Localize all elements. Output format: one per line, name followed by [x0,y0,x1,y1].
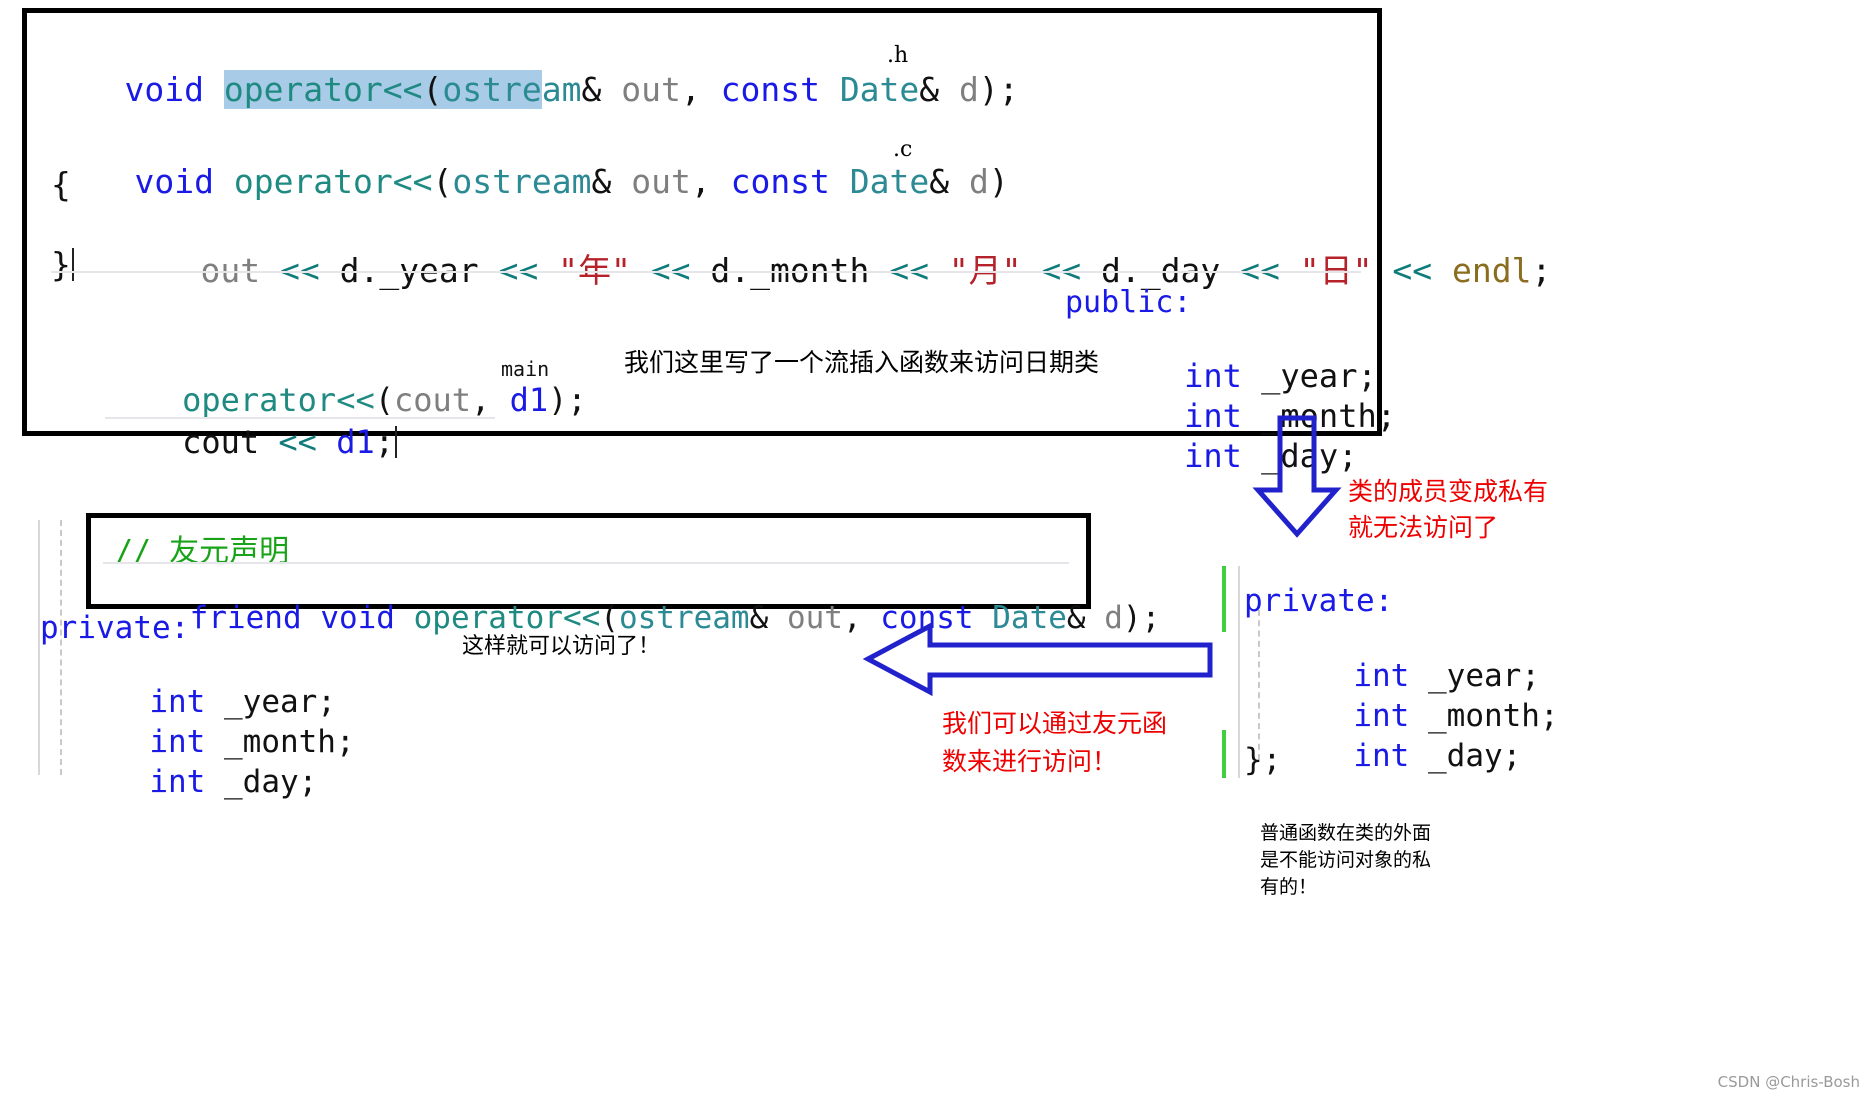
kw-void: void [124,70,224,109]
note-normal-function-line3: 有的！ [1260,876,1318,898]
op-shift-8: << [259,423,337,461]
brace-close-glyph: } [51,245,71,284]
cout-body-line[interactable]: out << d._year << "年" << d._month << "月"… [121,205,1551,331]
kw-void-2: void [134,162,234,201]
amp-2: & [919,70,960,109]
paren-close-3: ); [548,381,587,419]
semicolon-2: ; [1531,251,1552,290]
amp-3: & [591,162,632,201]
kw-int-l3: int [149,764,206,800]
gutter-right-1 [1238,566,1240,778]
var-d1-2: d1 [336,423,375,461]
annotation-friend-line1: 我们可以通过友元函 [942,709,1168,738]
note-normal-function-line2: 是不能访问对象的私 [1260,849,1432,871]
kw-int-p3: int [1184,437,1242,475]
friend-declaration-box: // 友元声明 friend void operator<<(ostream& … [86,513,1160,636]
gutter-indent-guide-right [1258,610,1260,760]
kw-const: const [720,70,840,109]
public-access-label: public: [1065,285,1192,320]
annotation-friend-line2: 数来进行访问！ [942,747,1118,776]
brace-close: } [51,245,74,284]
var-out-4: out [786,600,843,636]
amp-1: & [581,70,622,109]
fn-operator-2: operator<< [233,162,433,201]
editor-gutter-left [38,520,40,775]
comma-3: , [471,381,510,419]
kw-void-3: void [320,600,414,636]
down-arrow-icon [1252,415,1342,538]
kw-friend: friend [189,600,321,636]
header-file-label: .h [887,43,909,68]
main-label: main [501,357,550,381]
var-cout-1: cout [393,381,472,419]
annotation-private-line1: 类的成员变成私有 [1348,477,1549,506]
semicolon-3: ; [374,423,394,461]
fn-operator: operator<< [223,70,423,109]
cout-d1-line[interactable]: cout << d1; [105,385,397,499]
text-caret-1 [71,247,74,281]
kw-int-r3: int [1353,738,1410,774]
annotation-stream-insert: 我们这里写了一个流插入函数来访问日期类 [624,348,1100,377]
type-ostream-rest: am [541,70,582,109]
right-class-close: }; [1244,742,1282,778]
watermark-text: CSDN @Chris-Bosh [1717,1073,1860,1091]
left-private-access-label: private: [40,610,190,646]
left-arrow-icon [862,621,1213,697]
annotation-private-line2: 就无法访问了 [1348,513,1499,542]
type-ostream-2: ostream [452,162,592,201]
kw-const-2: const [730,162,850,201]
amp-5: & [749,600,787,636]
text-caret-2 [394,425,397,458]
var-out: out [621,70,681,109]
var-d1-1: d1 [509,381,549,419]
divider-line-2 [105,417,495,419]
semicolon-1: ); [978,70,1019,109]
right-member-day: int _day; [1316,702,1521,774]
note-normal-function-line1: 普通函数在类的外面 [1260,822,1432,844]
source-file-label: .c [893,137,913,162]
brace-open: { [51,165,71,204]
macro-endl: endl [1451,251,1532,290]
gutter-change-marker-green-1 [1222,566,1226,632]
type-date-2: Date [849,162,930,201]
var-d-2: d [969,162,989,201]
comma-1: , [680,70,721,109]
var-cout-2: cout [182,423,260,461]
member-name-day-l: _day; [205,764,318,800]
selection-highlight: operator<<(ostre [223,70,542,109]
type-ostream-partial: ostre [442,70,542,109]
editor-indent-guide [60,520,62,775]
left-member-day: int _day; [112,728,317,800]
op-shift-7: << [1372,251,1452,290]
paren-open: ( [422,70,443,109]
comma-2: , [690,162,731,201]
divider-line-1 [51,271,1361,273]
paren-close-2: ) [988,162,1009,201]
type-date-1: Date [839,70,920,109]
annotation-access-ok: 这样就可以访问了！ [462,634,661,659]
var-out-2: out [631,162,691,201]
top-code-panel: void operator<<(ostream& out, const Date… [22,8,1551,475]
right-private-access-label: private: [1244,583,1394,619]
amp-4: & [929,162,970,201]
var-d-1: d [959,70,979,109]
member-name-day-r: _day; [1409,738,1522,774]
paren-open-2: ( [432,162,453,201]
gutter-change-marker-green-2 [1222,730,1226,778]
